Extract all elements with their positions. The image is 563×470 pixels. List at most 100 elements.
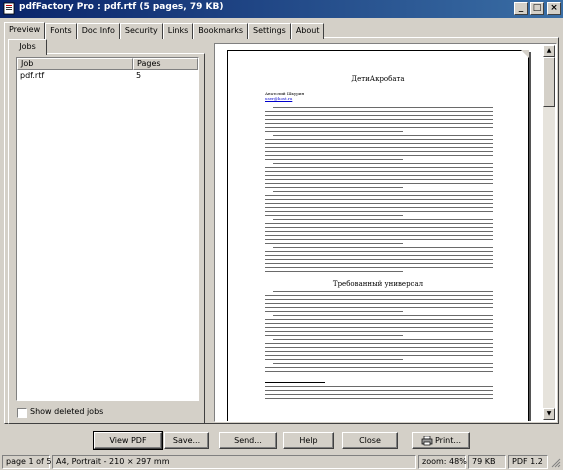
tab-jobs[interactable]: Jobs	[8, 39, 47, 55]
status-file-size: 79 KB	[468, 455, 506, 469]
status-bar: page 1 of 5 A4, Portrait - 210 × 297 mm …	[0, 453, 563, 470]
text-line	[265, 263, 493, 264]
text-line	[265, 243, 403, 244]
print-button[interactable]: Print...	[412, 432, 470, 449]
text-line	[265, 231, 493, 232]
document-page: ДетиАкробата Анатолий Шкурин user@host.r…	[227, 50, 529, 421]
tab-bookmarks[interactable]: Bookmarks	[193, 23, 248, 39]
column-header-pages[interactable]: Pages	[133, 58, 198, 70]
vertical-scrollbar[interactable]: ▲ ▼	[543, 45, 555, 420]
text-line	[265, 398, 493, 399]
text-line	[265, 235, 493, 236]
text-line	[265, 390, 493, 391]
text-line	[265, 259, 493, 260]
help-button[interactable]: Help	[283, 432, 334, 449]
main-tab-strip: Preview Fonts Doc Info Security Links Bo…	[4, 22, 325, 39]
text-line	[273, 163, 493, 164]
text-line	[265, 223, 493, 224]
text-line	[265, 171, 493, 172]
text-line	[273, 363, 493, 364]
scroll-up-arrow-icon[interactable]: ▲	[543, 45, 555, 57]
text-line	[265, 167, 493, 168]
send-button[interactable]: Send...	[219, 432, 277, 449]
resize-grip-icon[interactable]	[550, 457, 561, 468]
text-line	[273, 191, 493, 192]
app-window: pdfFactory Pro : pdf.rtf (5 pages, 79 KB…	[0, 0, 563, 470]
text-line	[265, 139, 493, 140]
text-line	[273, 291, 493, 292]
text-line	[265, 147, 493, 148]
text-line	[265, 355, 493, 356]
close-button[interactable]: Close	[342, 432, 398, 449]
job-name-cell: pdf.rtf	[20, 71, 45, 80]
tab-links[interactable]: Links	[162, 23, 194, 39]
text-line	[265, 319, 493, 320]
column-header-job[interactable]: Job	[17, 58, 133, 70]
text-line	[273, 135, 493, 136]
text-line	[265, 299, 493, 300]
text-line	[265, 239, 493, 240]
scroll-down-arrow-icon[interactable]: ▼	[543, 408, 555, 420]
text-line	[265, 151, 493, 152]
page-preview-pane[interactable]: ДетиАкробата Анатолий Шкурин user@host.r…	[214, 43, 557, 422]
document-title: ДетиАкробата	[351, 75, 405, 83]
text-line	[265, 327, 493, 328]
text-line	[265, 159, 403, 160]
tab-doc-info[interactable]: Doc Info	[76, 23, 120, 39]
jobs-list[interactable]: Job Pages pdf.rtf 5	[16, 57, 199, 401]
text-line	[265, 143, 493, 144]
text-line	[265, 119, 493, 120]
pdffactory-app-icon[interactable]	[3, 2, 16, 15]
text-line	[273, 219, 493, 220]
printer-icon	[421, 436, 433, 446]
text-line	[265, 371, 493, 372]
tab-security[interactable]: Security	[119, 23, 163, 39]
scrollbar-thumb[interactable]	[543, 57, 555, 107]
text-line	[265, 179, 493, 180]
window-title: pdfFactory Pro : pdf.rtf (5 pages, 79 KB…	[19, 2, 224, 12]
text-line	[265, 394, 493, 395]
job-pages-cell: 5	[136, 71, 142, 80]
tab-about[interactable]: About	[290, 23, 325, 39]
document-email-link[interactable]: user@host.ru	[265, 96, 292, 101]
text-line	[265, 131, 403, 132]
text-line	[265, 359, 403, 360]
text-line	[265, 115, 493, 116]
page-fold-corner	[521, 50, 529, 58]
text-line	[273, 247, 493, 248]
view-pdf-button[interactable]: View PDF	[93, 431, 163, 450]
title-bar[interactable]: pdfFactory Pro : pdf.rtf (5 pages, 79 KB…	[0, 0, 563, 18]
text-line	[265, 335, 403, 336]
show-deleted-jobs-label[interactable]: Show deleted jobs	[30, 407, 103, 416]
tab-settings[interactable]: Settings	[248, 23, 291, 39]
text-line	[265, 295, 493, 296]
text-line	[265, 211, 493, 212]
show-deleted-jobs-checkbox[interactable]	[17, 408, 27, 418]
text-line	[265, 271, 403, 272]
maximize-button[interactable]: □	[530, 2, 544, 15]
close-window-button[interactable]: ×	[547, 2, 561, 15]
status-page-count: page 1 of 5	[2, 455, 52, 469]
text-line	[265, 199, 493, 200]
text-line	[265, 207, 493, 208]
text-line	[265, 175, 493, 176]
tab-fonts[interactable]: Fonts	[45, 23, 77, 39]
text-line	[265, 386, 493, 387]
text-line	[265, 307, 493, 308]
text-line	[265, 183, 493, 184]
minimize-button[interactable]: _	[514, 2, 528, 15]
footnote-separator	[265, 382, 325, 383]
text-line	[265, 303, 493, 304]
save-button[interactable]: Save...	[164, 432, 209, 449]
text-line	[265, 343, 493, 344]
text-line	[265, 347, 493, 348]
text-line	[265, 195, 493, 196]
print-button-label: Print...	[434, 436, 462, 445]
text-line	[265, 155, 493, 156]
tab-preview[interactable]: Preview	[4, 22, 46, 39]
text-line	[265, 251, 493, 252]
text-line	[265, 267, 493, 268]
text-line	[265, 255, 493, 256]
text-line	[265, 215, 403, 216]
status-paper-size: A4, Portrait - 210 × 297 mm	[52, 455, 416, 469]
